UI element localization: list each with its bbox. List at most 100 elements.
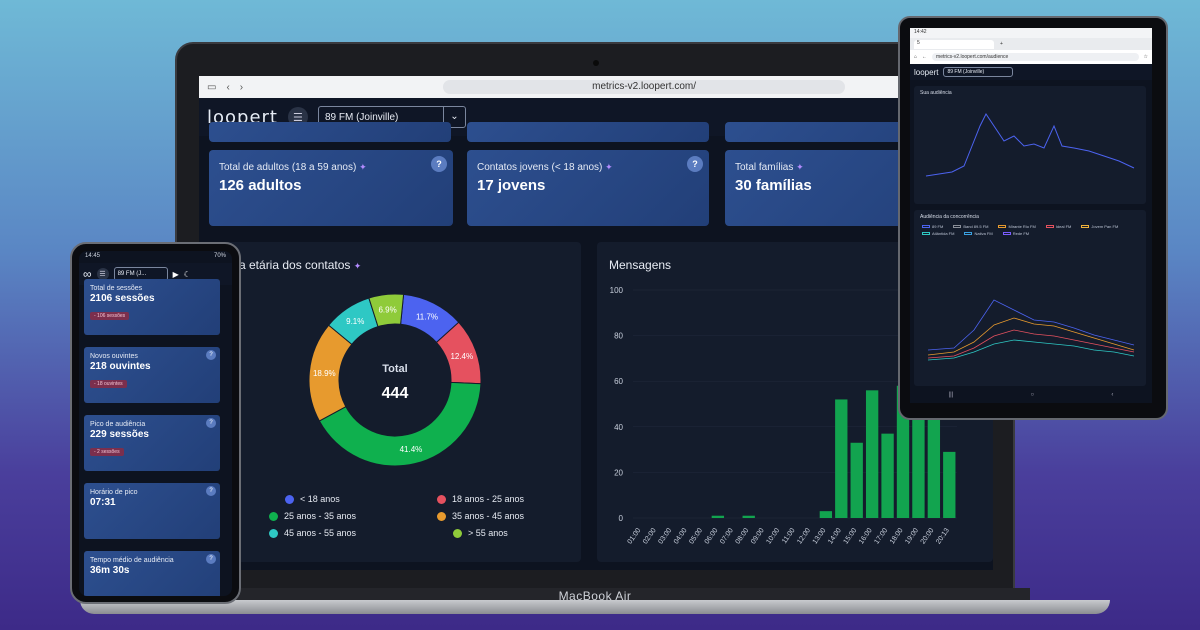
x-tick-label: 05:00 [688,527,704,545]
back-icon[interactable]: ‹ [1111,392,1113,403]
help-icon[interactable]: ? [206,554,216,564]
donut-total-label: Total [382,363,407,375]
phone-card-label: Tempo médio de audiência [90,557,174,564]
home-icon[interactable]: ⌂ [914,54,917,60]
legend-dot [269,511,278,521]
tablet-tab[interactable]: 5 [914,39,994,49]
bar[interactable] [850,442,863,518]
legend-label: 35 anos - 45 anos [452,511,525,521]
legend-item[interactable]: 35 anos - 45 anos [437,511,524,521]
help-icon[interactable]: ? [687,156,703,172]
tablet-nav-bar: ||| ○ ‹ [910,392,1152,403]
audience-line-chart [925,113,1135,177]
bar[interactable] [742,515,755,518]
legend-dot [269,528,278,538]
x-tick-label: 04:00 [673,527,689,545]
phone-metric-card: Tempo médio de audiência 36m 30s? [84,551,220,596]
bar[interactable] [943,451,956,518]
y-tick-label: 40 [614,423,623,432]
phone-card-label: Pico de audiência [90,421,146,428]
legend-label: < 18 anos [300,494,340,504]
phone-metric-card: Horário de pico 07:31? [84,483,220,539]
phone-card-label: Novos ouvintes [90,353,138,360]
sparkle-icon: ✦ [605,162,613,172]
phone-card-value: 229 sessões [90,429,149,440]
tablet-audience-panel: Sua audiência [914,86,1146,204]
age-panel: a etária dos contatos ✦ Total 444 11.7% 1… [209,242,581,562]
legend-item[interactable]: 25 anos - 35 anos [269,511,356,521]
bar[interactable] [865,390,879,518]
legend-item[interactable]: 45 anos - 55 anos [269,528,356,538]
sidebar-icon[interactable]: ▭ [207,82,216,93]
x-tick-label: 17:00 [873,527,889,545]
phone-time: 14:45 [85,253,101,259]
url-text: metrics-v2.loopert.com/ [592,81,697,92]
legend-item[interactable]: 18 anos - 25 anos [437,494,524,504]
bar[interactable] [881,433,894,518]
phone-metric-card: Novos ouvintes 218 ouvintes - 18 ouvintes? [84,347,220,403]
phone-card-chip: - 106 sessões [90,312,130,320]
tablet-station-select[interactable]: 89 FM (Joinville) [943,67,1014,77]
legend-label: 18 anos - 25 anos [452,494,525,504]
help-icon[interactable]: ? [206,486,216,496]
x-tick-label: 08:00 [735,527,751,545]
card-young-value: 17 jovens [477,177,546,194]
help-icon[interactable]: ? [206,350,216,360]
home-icon[interactable]: ○ [1031,392,1035,403]
tablet-frame: 14:42 5 + ⌂ ← metrics-v2.loopert.com/audien… [898,16,1168,420]
legend-dot [437,494,446,504]
moon-icon[interactable]: ☾ [184,270,191,279]
x-tick-label: 12:00 [796,527,812,545]
legend-label: > 55 anos [468,528,508,538]
donut-slice-label: 9.1% [346,317,364,326]
back-icon[interactable]: ‹ [226,82,229,93]
star-icon[interactable]: ☆ [1144,54,1148,60]
phone-metric-card: Pico de audiência 229 sessões - 2 sessões? [84,415,220,471]
bar[interactable] [835,399,848,518]
x-tick-label: 20:00 [920,527,936,545]
legend-item[interactable]: < 18 anos [285,494,340,504]
legend-dot [453,528,462,538]
y-tick-label: 20 [614,468,623,477]
dashboard-content: Total de adultos (18 a 59 anos) ✦ 126 ad… [199,122,993,570]
new-tab-icon[interactable]: + [1000,41,1003,47]
x-tick-label: 14:00 [827,527,843,545]
tablet-screen: 14:42 5 + ⌂ ← metrics-v2.loopert.com/audien… [910,28,1152,403]
donut-slice-label: 11.7% [416,313,438,322]
back-icon[interactable]: ← [922,54,927,60]
x-tick-label: 07:00 [719,527,735,545]
help-icon[interactable]: ? [206,418,216,428]
legend-label: 25 anos - 35 anos [284,511,357,521]
bar[interactable] [819,511,833,518]
donut-slice-label: 18.9% [313,369,336,378]
play-icon[interactable]: ▶ [173,270,179,279]
donut-slice-label: 12.4% [450,352,473,361]
audience-line [925,113,1135,177]
phone-card-value: 2106 sessões [90,293,155,304]
x-tick-label: 19:00 [904,527,920,545]
card-top-2 [467,122,709,142]
station-label: 89 FM (Joinville) [324,111,399,123]
url-bar[interactable]: metrics-v2.loopert.com/ [443,80,845,94]
loopert-logo: loopert [914,67,939,77]
bar[interactable] [711,515,725,518]
legend-item[interactable]: > 55 anos [453,528,508,538]
bar[interactable] [912,419,925,518]
tablet-url[interactable]: metrics-v2.loopert.com/audience [932,53,1139,61]
phone-card-value: 36m 30s [90,565,130,576]
help-icon[interactable]: ? [431,156,447,172]
phone-card-label: Total de sessões [90,285,143,292]
sparkle-icon: ✦ [796,162,804,172]
x-tick-label: 01:00 [627,527,643,545]
forward-icon[interactable]: › [240,82,243,93]
x-tick-label: 20:13 [935,527,951,545]
donut-slice-label: 41.4% [400,445,423,454]
tablet-url-bar: ⌂ ← metrics-v2.loopert.com/audience ☆ [910,50,1152,64]
card-young: Contatos jovens (< 18 anos) ✦ 17 jovens … [467,150,709,226]
recents-icon[interactable]: ||| [949,392,954,403]
phone-card-chip: - 18 ouvintes [90,380,127,388]
competition-line [927,299,1135,351]
donut-slice-label: 6.9% [378,305,396,314]
x-tick-label: 16:00 [858,527,874,545]
phone-battery: 70% [213,253,226,259]
